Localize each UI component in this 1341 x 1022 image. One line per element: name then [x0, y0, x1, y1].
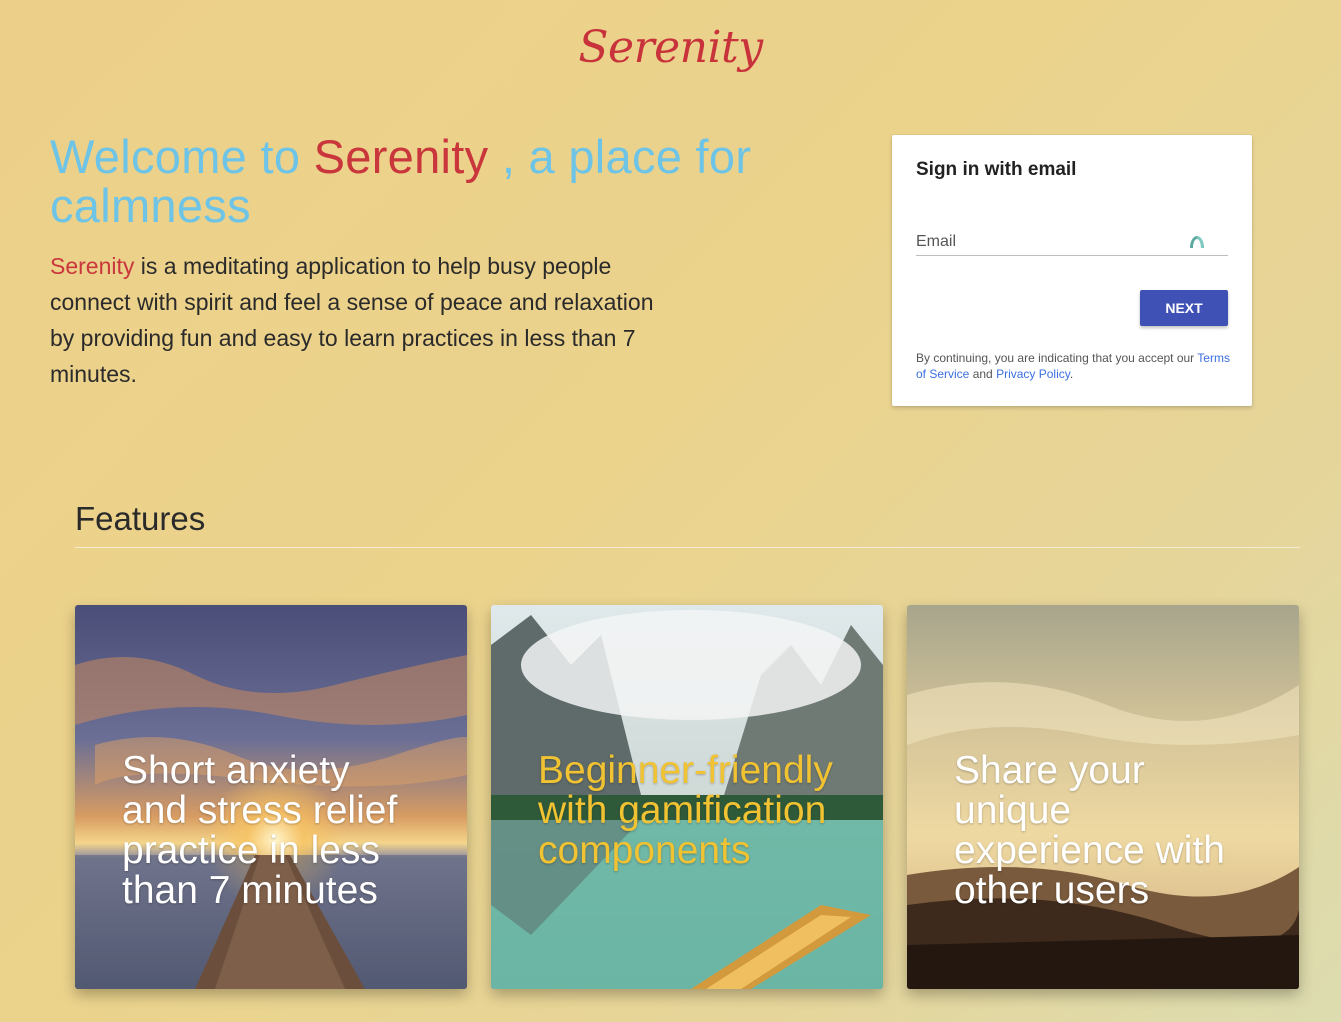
feature-card-2[interactable]: Beginner-friendly with gamification comp…	[491, 605, 883, 989]
sign-in-title: Sign in with email	[916, 159, 1077, 180]
legal-and: and	[969, 367, 997, 381]
serenity-logo[interactable]: Serenity	[0, 22, 1341, 73]
email-field-wrapper	[916, 217, 1228, 256]
features-heading: Features	[75, 500, 206, 537]
feature-card-1[interactable]: Short anxiety and stress relief practice…	[75, 605, 467, 989]
feature-card-2-text: Beginner-friendly with gamification comp…	[538, 749, 833, 872]
legal-prefix: By continuing, you are indicating that y…	[916, 351, 1198, 365]
feature-card-3-text: Share your unique experience with other …	[954, 749, 1225, 912]
legal-notice: By continuing, you are indicating that y…	[916, 350, 1236, 382]
next-button[interactable]: NEXT	[1140, 290, 1228, 326]
hero-title-brand: Serenity	[313, 130, 489, 183]
hero-description: Serenity is a meditating application to …	[50, 248, 670, 392]
email-field[interactable]	[916, 217, 1186, 251]
legal-suffix: .	[1069, 367, 1074, 381]
sign-in-card: Sign in with email NEXT By continuing, y…	[892, 135, 1252, 406]
features-divider	[75, 547, 1300, 548]
hero-section: Welcome to Serenity , a place for calmne…	[50, 132, 790, 392]
feature-card-3[interactable]: Share your unique experience with other …	[907, 605, 1299, 989]
hero-desc-brand: Serenity	[50, 253, 135, 279]
hero-desc-text: is a meditating application to help busy…	[50, 253, 654, 387]
password-manager-icon[interactable]	[1188, 235, 1206, 249]
feature-card-1-text: Short anxiety and stress relief practice…	[122, 749, 398, 912]
hero-title: Welcome to Serenity , a place for calmne…	[50, 132, 790, 230]
hero-title-part1: Welcome to	[50, 130, 314, 183]
privacy-policy-link[interactable]: Privacy Policy	[996, 367, 1070, 381]
